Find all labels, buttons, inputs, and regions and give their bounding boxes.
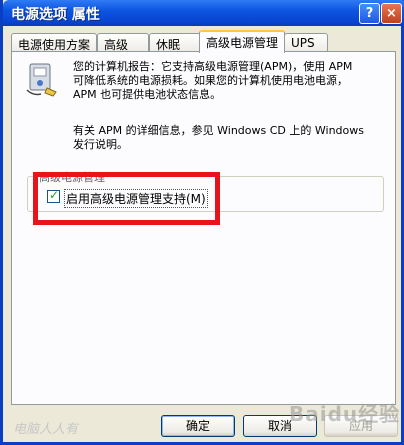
apm-info-line2: 可降低系统的电源损耗。如果您的计算机使用电池电源， — [73, 74, 348, 87]
tab-power-schemes[interactable]: 电源使用方案 — [11, 33, 97, 52]
ok-button[interactable]: 确定 — [161, 415, 235, 437]
tab-hibernate[interactable]: 休眠 — [149, 33, 201, 52]
apm-info-line3: APM 也可提供电池状态信息。 — [73, 88, 222, 101]
power-device-icon — [26, 63, 57, 97]
apm-more-info-line2: 发行说明。 — [73, 138, 128, 151]
help-button[interactable]: ? — [359, 3, 380, 24]
watermark-baidu: Baidu经验 — [289, 402, 401, 426]
title-bar[interactable]: 电源选项 属性 ? × — [3, 0, 404, 26]
apm-info-line1: 您的计算机报告：它支持高级电源管理(APM)，使用 APM — [73, 60, 353, 73]
apm-more-info-line1: 有关 APM 的详细信息，参见 Windows CD 上的 Windows — [73, 124, 364, 137]
tab-ups[interactable]: UPS — [284, 33, 328, 52]
tab-apm[interactable]: 高级电源管理 — [199, 30, 285, 53]
window-title: 电源选项 属性 — [11, 7, 100, 23]
tab-advanced[interactable]: 高级 — [97, 33, 149, 52]
tab-panel — [11, 51, 396, 405]
power-options-dialog: 电源选项 属性 ? × 电源使用方案 高级 休眠 高级电源管理 UPS 您的计算… — [0, 0, 404, 445]
watermark-left: 电脑人人有 — [13, 422, 79, 437]
close-button[interactable]: × — [381, 3, 402, 24]
red-highlight-box — [33, 172, 220, 225]
